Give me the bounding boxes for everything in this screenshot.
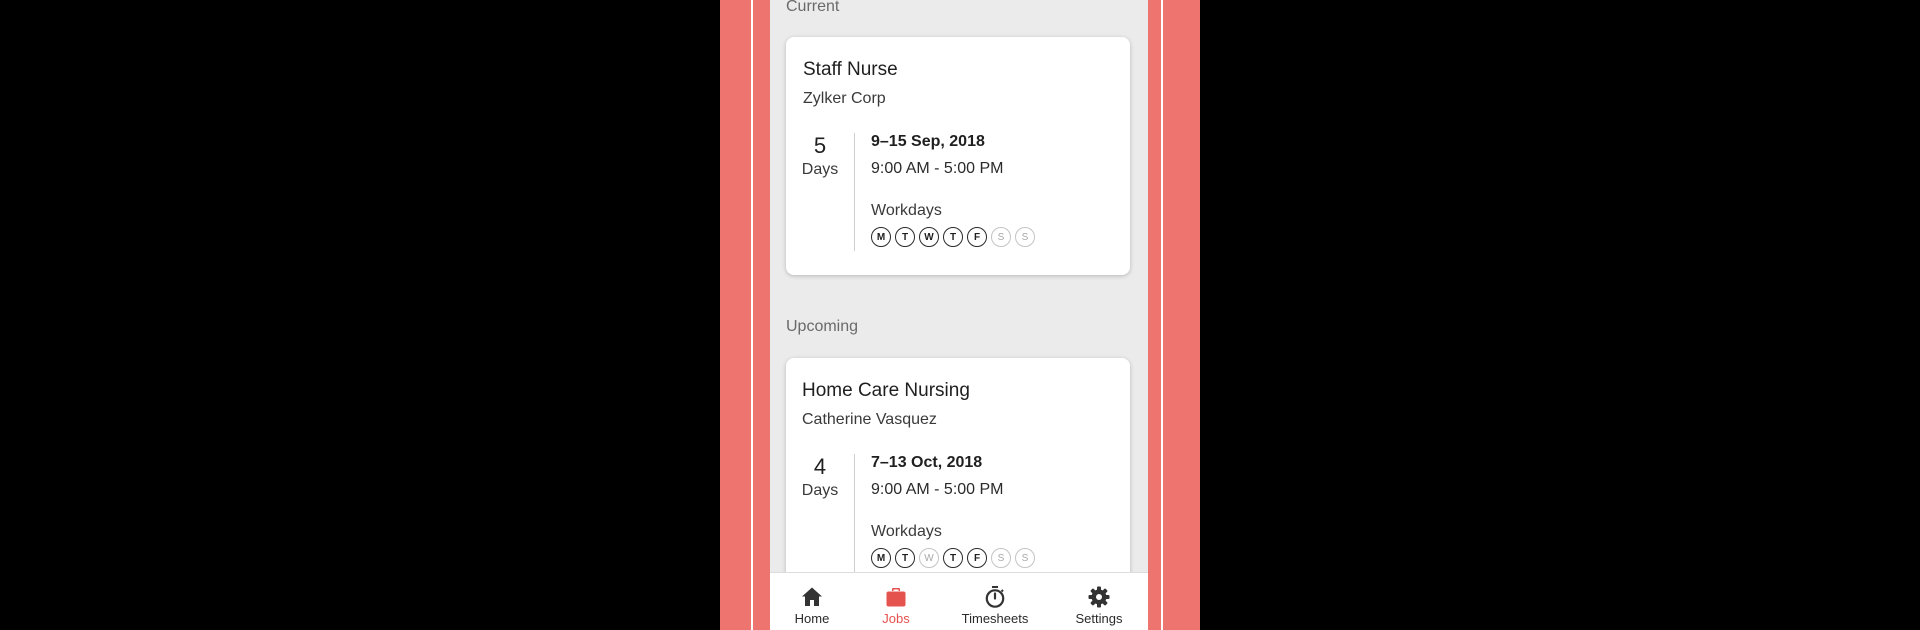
workday-saturday: S [991, 227, 1011, 247]
days-count: 4 [813, 454, 827, 479]
days-count-box: 5 Days [798, 133, 842, 181]
workday-thursday: T [943, 548, 963, 568]
frame-line-right [1161, 0, 1163, 630]
days-unit: Days [801, 482, 839, 499]
workdays-row: M T W T F S S [871, 548, 1035, 568]
briefcase-icon [886, 588, 906, 607]
job-dates: 7–13 Oct, 2018 [871, 454, 983, 471]
workday-sunday: S [1015, 227, 1035, 247]
workday-tuesday: T [895, 548, 915, 568]
job-card[interactable]: Home Care Nursing Catherine Vasquez 4 Da… [786, 358, 1130, 596]
job-client: Catherine Vasquez [802, 411, 937, 428]
job-title: Home Care Nursing [802, 380, 970, 401]
job-client: Zylker Corp [803, 90, 886, 107]
days-count-box: 4 Days [798, 454, 842, 502]
bottom-tab-bar: Home Jobs Timesheets Settings [770, 572, 1148, 630]
tab-jobs[interactable]: Jobs [854, 585, 938, 626]
workdays-row: M T W T F S S [871, 227, 1035, 247]
workday-wednesday: W [919, 227, 939, 247]
tab-settings[interactable]: Settings [1057, 585, 1141, 626]
job-dates: 9–15 Sep, 2018 [871, 133, 985, 150]
job-times: 9:00 AM - 5:00 PM [871, 160, 1004, 177]
workday-monday: M [871, 548, 891, 568]
workdays-label: Workdays [871, 202, 942, 219]
frame-line-left [751, 0, 753, 630]
app-screen: Current Staff Nurse Zylker Corp 5 Days 9… [770, 0, 1148, 630]
workday-sunday: S [1015, 548, 1035, 568]
days-count: 5 [813, 133, 827, 158]
workdays-label: Workdays [871, 523, 942, 540]
section-label-upcoming: Upcoming [786, 318, 859, 335]
job-card[interactable]: Staff Nurse Zylker Corp 5 Days 9–15 Sep,… [786, 37, 1130, 275]
section-label-current: Current [786, 0, 840, 15]
workday-friday: F [967, 227, 987, 247]
workday-thursday: T [943, 227, 963, 247]
tab-label: Jobs [882, 611, 910, 626]
tab-label: Settings [1075, 611, 1123, 626]
workday-friday: F [967, 548, 987, 568]
stopwatch-icon [985, 586, 1005, 608]
tab-home[interactable]: Home [770, 585, 854, 626]
divider [854, 454, 855, 572]
tab-timesheets[interactable]: Timesheets [953, 585, 1037, 626]
divider [854, 133, 855, 251]
tab-label: Timesheets [961, 611, 1029, 626]
job-times: 9:00 AM - 5:00 PM [871, 481, 1004, 498]
days-unit: Days [801, 161, 839, 178]
home-icon [802, 587, 822, 606]
workday-monday: M [871, 227, 891, 247]
job-title: Staff Nurse [803, 59, 898, 80]
workday-tuesday: T [895, 227, 915, 247]
tab-label: Home [794, 611, 830, 626]
workday-saturday: S [991, 548, 1011, 568]
workday-wednesday: W [919, 548, 939, 568]
gear-icon [1088, 586, 1110, 608]
